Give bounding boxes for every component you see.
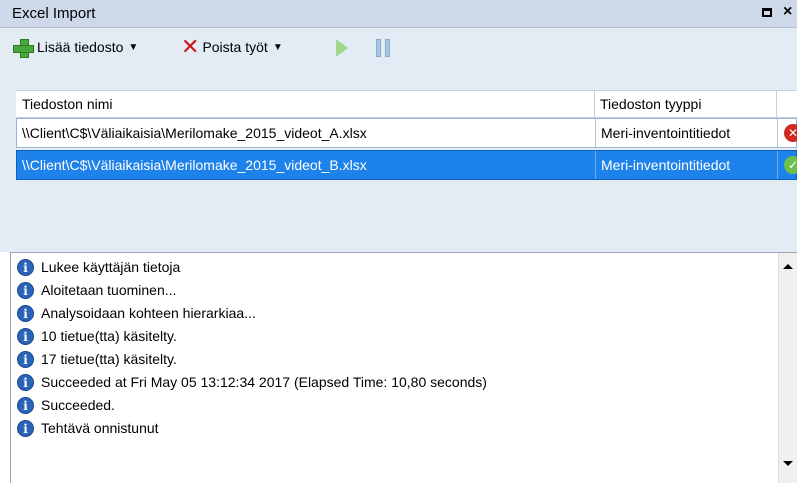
info-icon: i xyxy=(17,281,34,299)
column-header-file-type[interactable]: Tiedoston tyyppi xyxy=(600,96,701,112)
error-status-icon: ✕ xyxy=(782,124,797,142)
log-line: i Succeeded. xyxy=(17,394,115,416)
plus-icon xyxy=(12,37,34,58)
log-text: Analysoidaan kohteen hierarkiaa... xyxy=(41,305,256,321)
file-name-cell: \\Client\C$\Väliaikaisia\Merilomake_2015… xyxy=(22,157,367,173)
info-icon: i xyxy=(17,350,34,368)
play-icon[interactable] xyxy=(336,39,348,57)
file-type-cell: Meri-inventointitiedot xyxy=(601,157,731,173)
table-row-selected[interactable]: \\Client\C$\Väliaikaisia\Merilomake_2015… xyxy=(16,150,797,180)
success-check-icon: ✓ xyxy=(782,156,797,174)
log-line: i 17 tietue(tta) käsitelty. xyxy=(17,348,177,370)
cell-divider xyxy=(595,151,596,179)
table-header: Tiedoston nimi Tiedoston tyyppi xyxy=(16,90,797,118)
remove-jobs-label: Poista työt xyxy=(202,39,268,55)
log-line: i Tehtävä onnistunut xyxy=(17,417,159,439)
file-type-cell: Meri-inventointitiedot xyxy=(601,125,731,141)
add-file-label: Lisää tiedosto xyxy=(37,39,124,55)
info-icon: i xyxy=(17,258,34,276)
log-text: Tehtävä onnistunut xyxy=(41,420,159,436)
remove-jobs-button[interactable]: ✕ Poista työt ▼ xyxy=(181,36,283,58)
log-text: Lukee käyttäjän tietoja xyxy=(41,259,181,275)
info-icon: i xyxy=(17,327,34,345)
info-icon: i xyxy=(17,419,34,437)
log-text: 17 tietue(tta) käsitelty. xyxy=(41,351,177,367)
info-icon: i xyxy=(17,373,34,391)
toolbar: Lisää tiedosto ▼ ✕ Poista työt ▼ xyxy=(0,28,797,90)
close-icon[interactable]: × xyxy=(783,3,792,21)
log-line: i Lukee käyttäjän tietoja xyxy=(17,256,180,278)
cell-divider xyxy=(595,119,596,147)
log-text: 10 tietue(tta) käsitelty. xyxy=(41,328,177,344)
vertical-scrollbar[interactable] xyxy=(778,253,797,483)
log-line: i Aloitetaan tuominen... xyxy=(17,279,176,301)
maximize-icon[interactable] xyxy=(762,8,772,17)
window-title: Excel Import xyxy=(12,5,96,22)
delete-x-icon: ✕ xyxy=(181,34,200,59)
pause-icon[interactable] xyxy=(376,39,392,57)
info-icon: i xyxy=(17,304,34,322)
file-table: Tiedoston nimi Tiedoston tyyppi \\Client… xyxy=(0,90,797,244)
chevron-down-icon[interactable]: ▼ xyxy=(128,42,138,53)
column-header-file-name[interactable]: Tiedoston nimi xyxy=(22,96,113,112)
file-name-cell: \\Client\C$\Väliaikaisia\Merilomake_2015… xyxy=(22,125,367,141)
log-line: i Succeeded at Fri May 05 13:12:34 2017 … xyxy=(17,371,487,393)
cell-divider xyxy=(777,151,778,179)
log-line: i Analysoidaan kohteen hierarkiaa... xyxy=(17,302,256,324)
scroll-up-arrow-icon[interactable] xyxy=(783,264,793,269)
column-divider[interactable] xyxy=(594,91,595,118)
table-row[interactable]: \\Client\C$\Väliaikaisia\Merilomake_2015… xyxy=(16,118,797,148)
log-line: i 10 tietue(tta) käsitelty. xyxy=(17,325,177,347)
title-bar: Excel Import × xyxy=(0,0,797,28)
log-panel: i Lukee käyttäjän tietoja i Aloitetaan t… xyxy=(10,252,797,483)
info-icon: i xyxy=(17,396,34,414)
scroll-down-arrow-icon[interactable] xyxy=(783,461,793,466)
log-text: Succeeded at Fri May 05 13:12:34 2017 (E… xyxy=(41,374,487,390)
add-file-button[interactable]: Lisää tiedosto ▼ xyxy=(12,36,138,58)
column-divider[interactable] xyxy=(776,91,777,118)
cell-divider xyxy=(777,119,778,147)
chevron-down-icon[interactable]: ▼ xyxy=(273,42,283,53)
log-text: Aloitetaan tuominen... xyxy=(41,282,177,298)
log-text: Succeeded. xyxy=(41,397,115,413)
pane-splitter[interactable] xyxy=(0,244,797,252)
